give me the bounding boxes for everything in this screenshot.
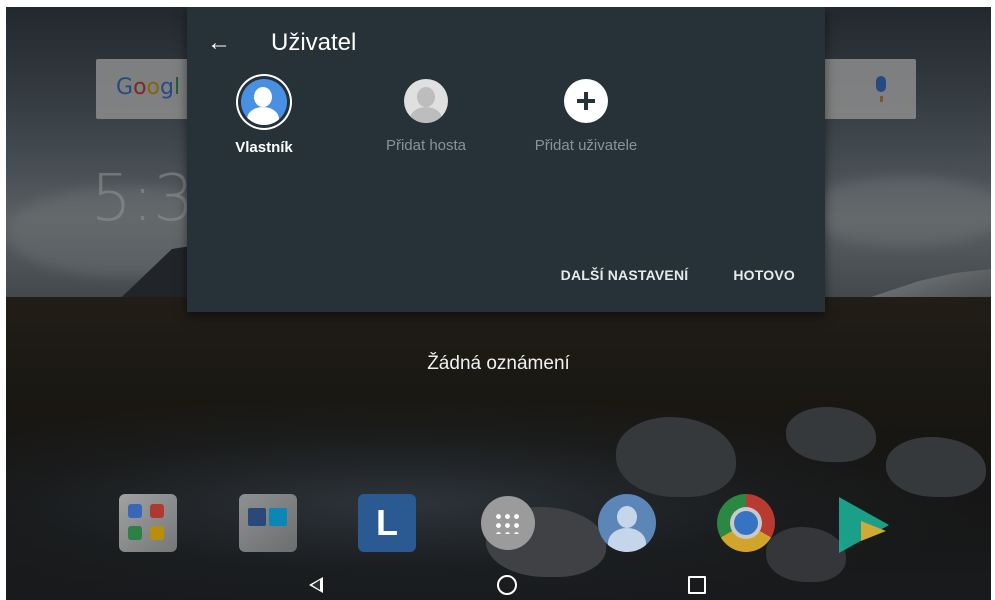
user-app-icon[interactable] — [598, 494, 656, 552]
panel-title: Uživatel — [271, 29, 357, 56]
play-store-icon[interactable] — [839, 497, 889, 553]
home-circle-icon — [497, 575, 517, 595]
screen: Googl 5:3 Žádná oznámení L ← Uživatel Vl… — [6, 7, 991, 600]
add-guest[interactable]: Přidat hosta — [356, 79, 496, 154]
user-owner[interactable]: Vlastník — [194, 79, 334, 156]
app-dock: L — [6, 487, 991, 557]
nav-recents-button[interactable] — [677, 570, 717, 600]
user-avatar-icon — [241, 79, 287, 125]
add-guest-label: Přidat hosta — [385, 137, 467, 154]
app-drawer-icon[interactable] — [481, 496, 535, 550]
no-notifications-text: Žádná oznámení — [427, 353, 570, 374]
back-triangle-icon — [309, 577, 323, 593]
user-switcher-panel: ← Uživatel Vlastník Přidat hosta Přidat … — [187, 7, 825, 312]
add-user-icon — [564, 79, 608, 123]
add-user-label: Přidat uživatele — [534, 137, 638, 154]
back-arrow-icon[interactable]: ← — [207, 31, 231, 56]
nav-back-button[interactable] — [296, 570, 336, 600]
panel-actions: DALŠÍ NASTAVENÍ HOTOVO — [561, 267, 795, 283]
navigation-bar — [6, 570, 991, 600]
more-settings-button[interactable]: DALŠÍ NASTAVENÍ — [561, 267, 689, 283]
google-apps-folder-icon[interactable] — [119, 494, 177, 552]
done-button[interactable]: HOTOVO — [733, 267, 795, 283]
user-owner-label: Vlastník — [235, 139, 293, 156]
lenovo-app-icon[interactable]: L — [358, 494, 416, 552]
chrome-icon[interactable] — [717, 494, 775, 552]
nav-home-button[interactable] — [487, 570, 527, 600]
guest-avatar-icon — [404, 79, 448, 123]
office-apps-folder-icon[interactable] — [239, 494, 297, 552]
recents-square-icon — [688, 576, 706, 594]
add-user[interactable]: Přidat uživatele — [516, 79, 656, 154]
